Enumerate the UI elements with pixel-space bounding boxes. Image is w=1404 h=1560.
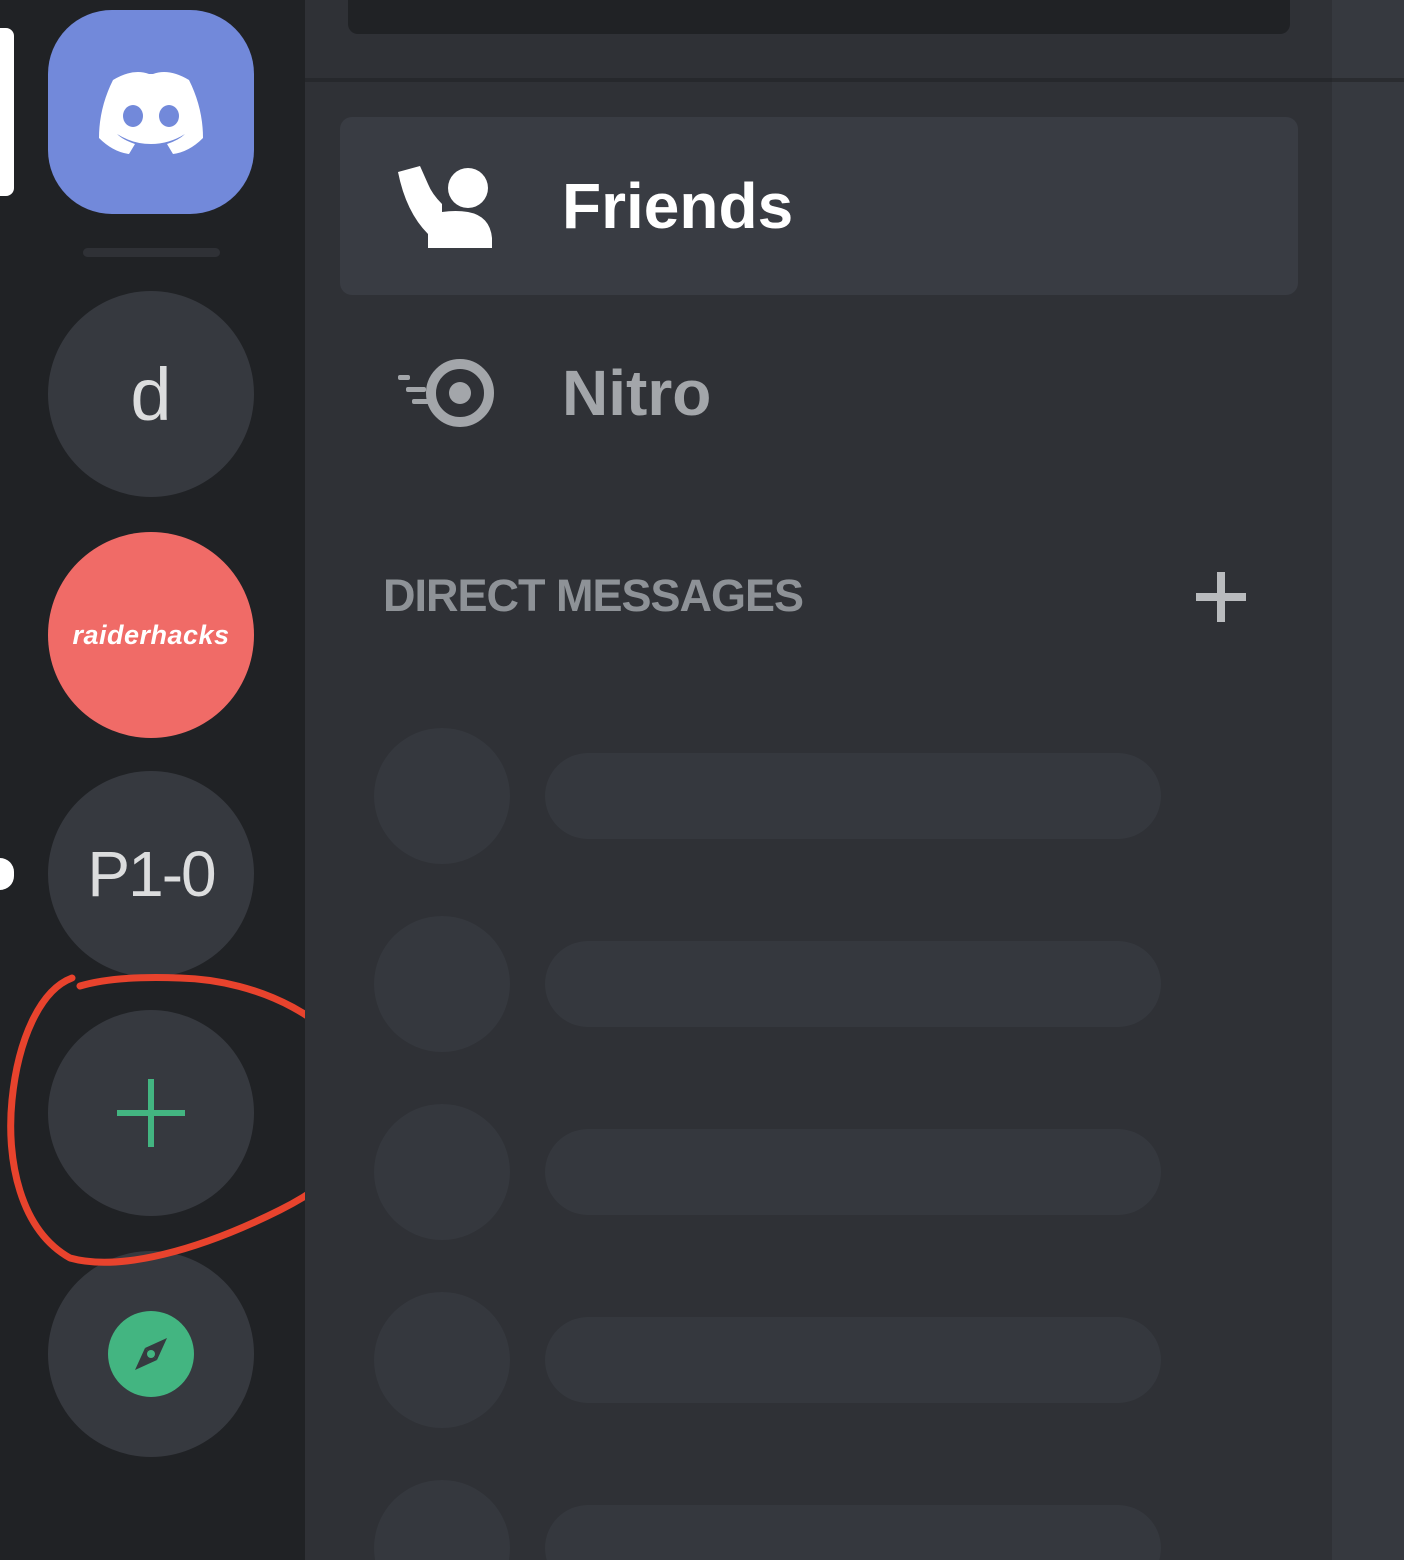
create-dm-plus-icon[interactable] xyxy=(1190,566,1252,628)
dm-placeholder-bar xyxy=(545,1317,1161,1403)
compass-icon xyxy=(108,1311,194,1397)
selected-indicator xyxy=(0,28,14,196)
dm-placeholder-bar xyxy=(545,753,1161,839)
dm-sidebar: Friends Nitro DIRECT MESSAGES xyxy=(305,0,1332,1560)
nav-friends-label: Friends xyxy=(562,170,794,242)
server-initials: P1-0 xyxy=(87,838,216,910)
server-raiderhacks[interactable]: raiderhacks xyxy=(48,532,254,738)
dm-placeholder-avatar xyxy=(374,728,510,864)
nav-nitro[interactable]: Nitro xyxy=(340,304,1298,482)
server-name: raiderhacks xyxy=(72,619,230,650)
home-button[interactable] xyxy=(48,10,254,214)
nav-nitro-label: Nitro xyxy=(562,357,712,429)
dm-placeholder-avatar xyxy=(374,1292,510,1428)
direct-messages-header: DIRECT MESSAGES xyxy=(383,570,804,621)
find-conversation-input[interactable] xyxy=(348,0,1290,34)
nitro-icon xyxy=(398,359,494,427)
discord-logo-icon xyxy=(99,72,203,154)
server-rail: d raiderhacks P1-0 xyxy=(0,0,305,1560)
server-p1-0[interactable]: P1-0 xyxy=(48,771,254,977)
unread-indicator xyxy=(0,858,14,890)
plus-icon xyxy=(117,1079,185,1147)
dm-placeholder-avatar xyxy=(374,916,510,1052)
main-pane-header xyxy=(1332,0,1404,82)
dm-placeholder-bar xyxy=(545,1129,1161,1215)
dm-placeholder-bar xyxy=(545,941,1161,1027)
friends-wave-icon xyxy=(398,166,492,248)
dm-placeholder-avatar xyxy=(374,1104,510,1240)
main-pane-edge xyxy=(1332,0,1404,1560)
rail-separator xyxy=(83,248,220,257)
dm-placeholder-bar xyxy=(545,1505,1161,1560)
nav-friends[interactable]: Friends xyxy=(340,117,1298,295)
server-initials: d xyxy=(130,352,172,436)
server-d[interactable]: d xyxy=(48,291,254,497)
dm-placeholder-avatar xyxy=(374,1480,510,1560)
explore-servers-button[interactable] xyxy=(48,1251,254,1457)
search-area xyxy=(305,0,1332,82)
add-server-button[interactable] xyxy=(48,1010,254,1216)
